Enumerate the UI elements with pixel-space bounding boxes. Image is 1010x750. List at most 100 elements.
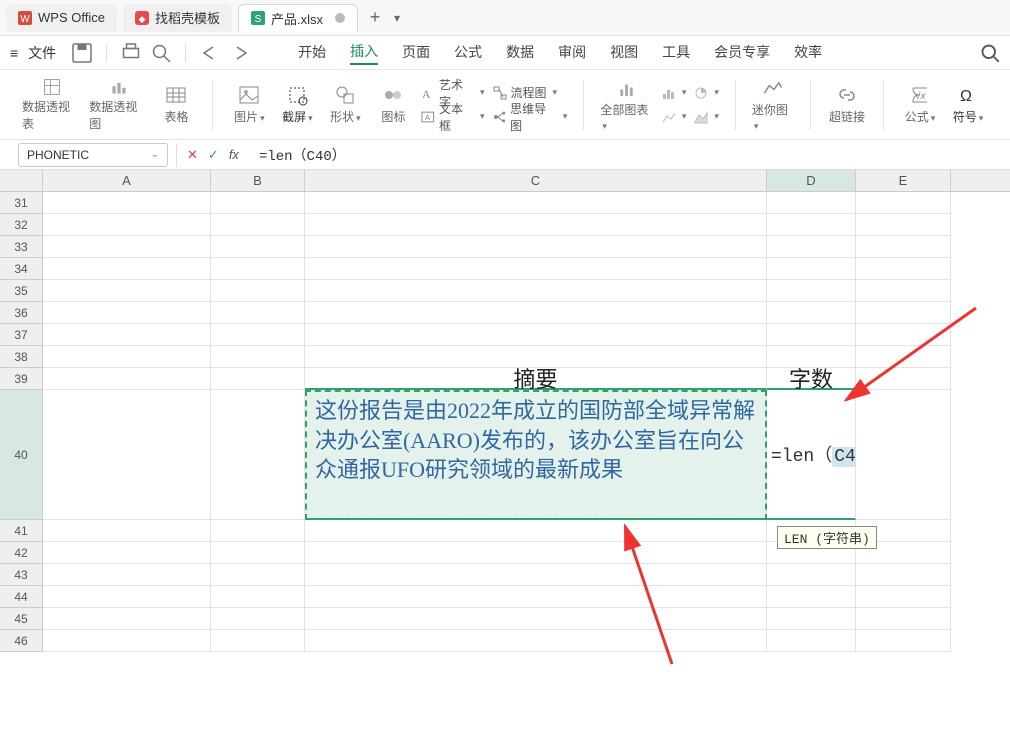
cell[interactable] xyxy=(43,564,211,586)
cell[interactable] xyxy=(211,236,305,258)
name-box[interactable]: PHONETIC ⌄ xyxy=(18,143,168,167)
row-header[interactable]: 43 xyxy=(0,564,43,586)
row-header[interactable]: 36 xyxy=(0,302,43,324)
cell[interactable] xyxy=(305,542,767,564)
cell[interactable] xyxy=(856,346,951,368)
col-header[interactable]: D xyxy=(767,170,856,191)
cell[interactable] xyxy=(305,214,767,236)
cell[interactable] xyxy=(856,586,951,608)
cell[interactable] xyxy=(305,324,767,346)
icons-button[interactable]: 图标 xyxy=(369,76,417,134)
hyperlink-button[interactable]: 超链接 xyxy=(823,76,871,134)
cell[interactable] xyxy=(305,630,767,652)
undo-icon[interactable] xyxy=(198,41,222,65)
textbox-button[interactable]: A文本框▾ xyxy=(417,106,488,128)
cell[interactable] xyxy=(211,214,305,236)
tab-wps-office[interactable]: W WPS Office xyxy=(6,4,117,32)
print-icon[interactable] xyxy=(119,41,143,65)
cell[interactable] xyxy=(211,564,305,586)
cell[interactable] xyxy=(305,302,767,324)
cell[interactable] xyxy=(305,258,767,280)
cell[interactable] xyxy=(211,280,305,302)
cell[interactable] xyxy=(856,214,951,236)
cell[interactable] xyxy=(43,280,211,302)
cell[interactable] xyxy=(43,630,211,652)
save-icon[interactable] xyxy=(70,41,94,65)
row-header[interactable]: 42 xyxy=(0,542,43,564)
cell[interactable] xyxy=(767,258,856,280)
menu-data[interactable]: 数据 xyxy=(506,42,534,64)
tab-document[interactable]: S 产品.xlsx xyxy=(238,4,358,32)
cell[interactable] xyxy=(305,564,767,586)
col-header[interactable]: E xyxy=(856,170,951,191)
cell[interactable]: 这份报告是由2022年成立的国防部全域异常解决办公室(AARO)发布的，该办公室… xyxy=(305,390,767,520)
cell[interactable] xyxy=(856,390,951,520)
row-header[interactable]: 35 xyxy=(0,280,43,302)
row-header[interactable]: 34 xyxy=(0,258,43,280)
tab-list-button[interactable]: ▾ xyxy=(386,7,408,29)
mindmap-button[interactable]: 思维导图▾ xyxy=(489,106,572,128)
cell[interactable] xyxy=(856,564,951,586)
cell[interactable] xyxy=(211,258,305,280)
row-header[interactable]: 46 xyxy=(0,630,43,652)
col-header[interactable]: B xyxy=(211,170,305,191)
fx-icon[interactable]: fx xyxy=(229,147,239,162)
cell[interactable] xyxy=(211,302,305,324)
menu-page[interactable]: 页面 xyxy=(402,42,430,64)
cell[interactable]: 摘要 xyxy=(305,368,767,390)
accept-formula-icon[interactable]: ✓ xyxy=(208,147,219,163)
formula-input[interactable]: =len（C40） xyxy=(249,145,1010,165)
cancel-formula-icon[interactable]: ✕ xyxy=(187,147,198,163)
select-all-corner[interactable] xyxy=(0,170,43,191)
col-header[interactable]: C xyxy=(305,170,767,191)
cell[interactable] xyxy=(767,214,856,236)
search-icon[interactable] xyxy=(980,43,1000,63)
pivot-table-button[interactable]: 数据透视表 xyxy=(18,76,85,134)
cell[interactable]: 字数 xyxy=(767,368,856,390)
cell[interactable] xyxy=(43,608,211,630)
cell[interactable] xyxy=(305,192,767,214)
cell[interactable] xyxy=(43,542,211,564)
cell[interactable] xyxy=(856,368,951,390)
cell[interactable] xyxy=(767,324,856,346)
cell[interactable] xyxy=(305,236,767,258)
cell[interactable] xyxy=(43,214,211,236)
new-tab-button[interactable]: + xyxy=(364,7,386,29)
row-header[interactable]: 45 xyxy=(0,608,43,630)
cell[interactable] xyxy=(767,608,856,630)
shapes-button[interactable]: 形状▾ xyxy=(321,76,369,134)
cell[interactable] xyxy=(856,192,951,214)
chart-style-3[interactable]: ▾ xyxy=(690,82,723,104)
menu-tools[interactable]: 工具 xyxy=(662,42,690,64)
symbol-button[interactable]: Ω符号▾ xyxy=(944,76,992,134)
cell[interactable] xyxy=(767,236,856,258)
row-header[interactable]: 39 xyxy=(0,368,43,390)
cell[interactable] xyxy=(856,236,951,258)
chevron-down-icon[interactable]: ⌄ xyxy=(151,149,159,160)
cell[interactable] xyxy=(43,368,211,390)
cell[interactable] xyxy=(43,192,211,214)
cell[interactable] xyxy=(43,586,211,608)
crop-button[interactable]: 截屏▾ xyxy=(273,76,321,134)
cell[interactable] xyxy=(43,390,211,520)
print-preview-icon[interactable] xyxy=(149,41,173,65)
row-header[interactable]: 37 xyxy=(0,324,43,346)
cell[interactable] xyxy=(305,608,767,630)
cell[interactable] xyxy=(767,302,856,324)
formula-button[interactable]: √x公式▾ xyxy=(896,76,944,134)
chart-style-2[interactable]: ▾ xyxy=(658,106,691,128)
cell[interactable] xyxy=(43,520,211,542)
pivot-chart-button[interactable]: 数据透视图 xyxy=(85,76,152,134)
cell[interactable] xyxy=(211,586,305,608)
cell[interactable] xyxy=(211,630,305,652)
cell[interactable] xyxy=(43,346,211,368)
cell[interactable] xyxy=(305,586,767,608)
row-header[interactable]: 41 xyxy=(0,520,43,542)
cell[interactable] xyxy=(43,236,211,258)
picture-button[interactable]: 图片▾ xyxy=(225,76,273,134)
tab-template[interactable]: ◆ 找稻壳模板 xyxy=(123,4,232,32)
cell[interactable] xyxy=(211,368,305,390)
cell[interactable] xyxy=(43,324,211,346)
cell[interactable] xyxy=(856,280,951,302)
cell[interactable] xyxy=(767,586,856,608)
